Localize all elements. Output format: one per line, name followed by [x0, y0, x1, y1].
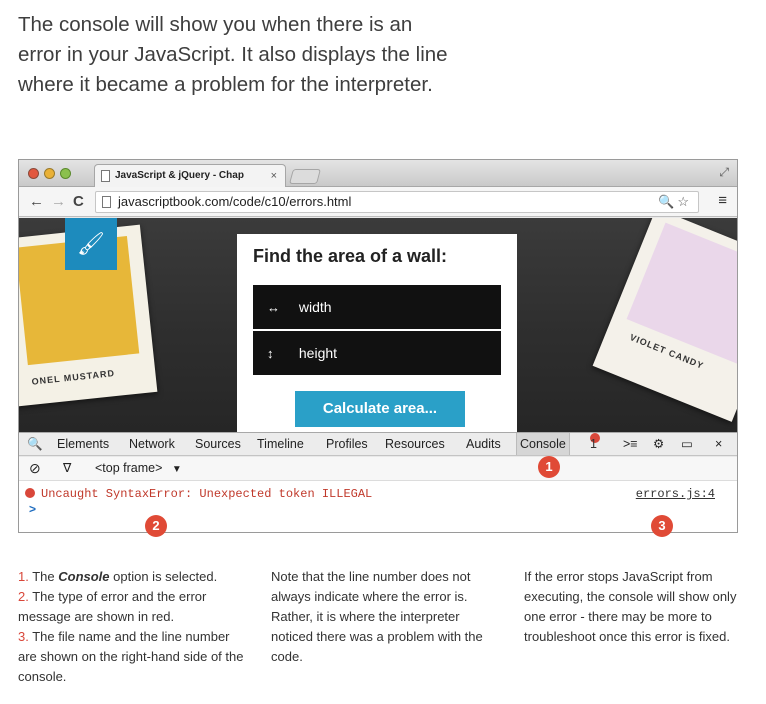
drawer-icon[interactable]: >≡: [623, 433, 638, 455]
note-column-3: If the error stops JavaScript from execu…: [524, 569, 737, 644]
tab-elements[interactable]: Elements: [57, 433, 109, 455]
width-label: width: [298, 299, 332, 315]
browser-window: JavaScript & jQuery - Chap × ⤢ ← → C jav…: [18, 159, 738, 533]
minimize-window-button[interactable]: [44, 168, 55, 179]
area-calculator-panel: Find the area of a wall: ↔ width ↕ heigh…: [237, 234, 517, 432]
title-bar: JavaScript & jQuery - Chap × ⤢: [19, 160, 737, 187]
tab-audits[interactable]: Audits: [466, 433, 501, 455]
tab-sources[interactable]: Sources: [195, 433, 241, 455]
dock-icon[interactable]: ▭: [681, 433, 693, 455]
tab-profiles[interactable]: Profiles: [326, 433, 368, 455]
frame-label: <top frame>: [95, 461, 163, 475]
new-tab-button[interactable]: [288, 169, 322, 184]
callout-1: 1: [538, 456, 560, 478]
gear-icon[interactable]: ⚙: [653, 433, 664, 455]
note-column-1: 1. The Console option is selected. 2. Th…: [18, 567, 248, 687]
tab-timeline[interactable]: Timeline: [257, 433, 304, 455]
error-source-link[interactable]: errors.js:4: [636, 487, 715, 501]
paintbrush-icon: 🖌: [65, 218, 117, 270]
tab-network[interactable]: Network: [129, 433, 175, 455]
width-arrows-icon: ↔: [267, 300, 280, 315]
note-number: 3.: [18, 629, 29, 644]
reload-button[interactable]: C: [73, 193, 84, 210]
note-text: option is selected.: [109, 569, 218, 584]
menu-icon[interactable]: ≡: [718, 192, 727, 209]
console-error-line: Uncaught SyntaxError: Unexpected token I…: [25, 487, 372, 501]
browser-toolbar: ← → C javascriptbook.com/code/c10/errors…: [19, 187, 737, 217]
page-icon: [102, 196, 111, 208]
back-button[interactable]: ←: [29, 193, 44, 210]
url-text: javascriptbook.com/code/c10/errors.html: [118, 194, 352, 209]
note-emphasis: Console: [58, 569, 110, 584]
chevron-down-icon: ▼: [171, 464, 182, 475]
search-icon[interactable]: 🔍: [27, 433, 43, 455]
intro-paragraph: The console will show you when there is …: [18, 10, 538, 100]
tab-close-icon[interactable]: ×: [271, 165, 277, 187]
page-icon: [101, 170, 110, 182]
height-label: height: [298, 345, 338, 361]
height-arrows-icon: ↕: [267, 346, 274, 361]
console-toolbar: ⊘ ∇ <top frame> ▼: [19, 457, 737, 481]
panel-heading: Find the area of a wall:: [253, 246, 448, 266]
zoom-window-button[interactable]: [60, 168, 71, 179]
note-number: 1.: [18, 569, 29, 584]
intro-line: The console will show you when there is …: [18, 13, 413, 36]
height-field[interactable]: ↕ height: [253, 331, 501, 375]
tab-resources[interactable]: Resources: [385, 433, 445, 455]
paint-card-violet: VIOLET CANDY: [592, 218, 737, 422]
note-number: 2.: [18, 589, 29, 604]
tab-title: JavaScript & jQuery - Chap: [115, 170, 244, 181]
browser-tab[interactable]: JavaScript & jQuery - Chap ×: [94, 164, 286, 187]
callout-2: 2: [145, 515, 167, 537]
tab-console[interactable]: Console: [516, 433, 570, 455]
zoom-bookmark-icons[interactable]: 🔍☆: [658, 192, 692, 212]
note-text: The type of error and the error message …: [18, 589, 207, 624]
filter-icon[interactable]: ∇: [63, 457, 71, 480]
error-count: 1: [590, 437, 597, 451]
callout-3: 3: [651, 515, 673, 537]
devtools-tab-bar: 🔍 Elements Network Sources Timeline Prof…: [19, 432, 737, 456]
note-text: The: [28, 569, 59, 584]
intro-line: error in your JavaScript. It also displa…: [18, 43, 448, 66]
close-window-button[interactable]: [28, 168, 39, 179]
page-viewport: ONEL MUSTARD 🖌 VIOLET CANDY Find the are…: [19, 218, 737, 432]
width-field[interactable]: ↔ width: [253, 285, 501, 329]
frame-selector[interactable]: <top frame> ▼: [95, 457, 182, 481]
forward-button[interactable]: →: [51, 193, 66, 210]
address-bar[interactable]: javascriptbook.com/code/c10/errors.html …: [95, 191, 699, 213]
intro-line: where it became a problem for the interp…: [18, 73, 433, 96]
note-column-2: Note that the line number does not alway…: [271, 569, 483, 664]
clear-console-icon[interactable]: ⊘: [29, 457, 41, 480]
console-prompt[interactable]: >: [29, 502, 36, 516]
note-text: The file name and the line number are sh…: [18, 629, 244, 684]
console-output: Uncaught SyntaxError: Unexpected token I…: [19, 481, 737, 532]
error-message: Uncaught SyntaxError: Unexpected token I…: [41, 487, 373, 501]
error-icon: [25, 488, 35, 498]
calculate-area-button[interactable]: Calculate area...: [295, 391, 465, 427]
fullscreen-icon[interactable]: ⤢: [719, 165, 729, 180]
close-icon[interactable]: ×: [715, 433, 722, 455]
mustard-label: ONEL MUSTARD: [31, 368, 116, 387]
